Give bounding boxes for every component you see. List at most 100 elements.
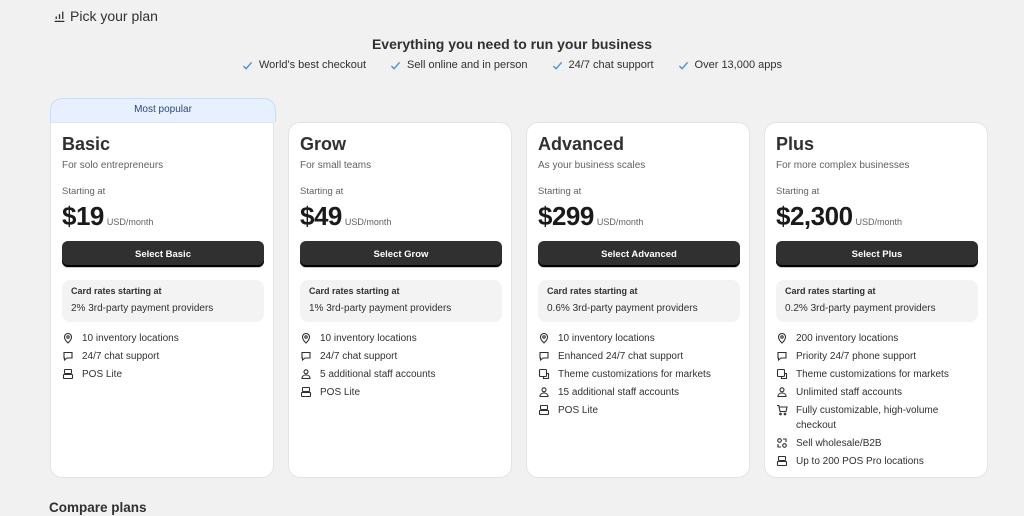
price-row: $299 USD/month bbox=[538, 201, 643, 232]
feature-label: Theme customizations for markets bbox=[796, 369, 949, 380]
plan-card-advanced: Advanced As your business scales Startin… bbox=[526, 122, 750, 478]
location-icon bbox=[777, 332, 787, 344]
plan-icon bbox=[54, 11, 65, 22]
feature-label: 24/7 chat support bbox=[82, 351, 160, 362]
cart-icon bbox=[777, 404, 788, 416]
select-plus-button[interactable]: Select Plus bbox=[776, 241, 978, 267]
feature-item: Unlimited staff accounts bbox=[776, 385, 978, 400]
plan-subtitle: As your business scales bbox=[538, 160, 646, 171]
person-icon bbox=[539, 387, 549, 398]
feature-item: Fully customizable, high-volume checkout bbox=[776, 403, 978, 433]
feature-label: 24/7 chat support bbox=[320, 351, 398, 362]
wholesale-icon bbox=[777, 438, 787, 448]
feature-item: 24/7 chat support bbox=[300, 349, 502, 364]
benefit-label: Over 13,000 apps bbox=[694, 59, 782, 71]
feature-item: POS Lite bbox=[300, 385, 502, 400]
select-basic-button[interactable]: Select Basic bbox=[62, 241, 264, 267]
benefit-item: World's best checkout bbox=[242, 59, 366, 71]
card-rates-box: Card rates starting at 2% 3rd-party paym… bbox=[62, 280, 264, 322]
card-rates-title: Card rates starting at bbox=[547, 286, 638, 296]
plan-card-plus: Plus For more complex businesses Startin… bbox=[764, 122, 988, 478]
starting-at-label: Starting at bbox=[538, 186, 582, 197]
card-rates-box: Card rates starting at 0.2% 3rd-party pa… bbox=[776, 280, 978, 322]
feature-label: 10 inventory locations bbox=[320, 333, 417, 344]
feature-item: 10 inventory locations bbox=[300, 331, 502, 346]
price-period: USD/month bbox=[106, 217, 154, 227]
chat-icon bbox=[301, 351, 311, 362]
feature-label: 5 additional staff accounts bbox=[320, 369, 436, 380]
starting-at-label: Starting at bbox=[776, 186, 820, 197]
chat-icon bbox=[539, 351, 549, 362]
plan-price: $19 bbox=[62, 201, 104, 231]
hero-title: Everything you need to run your business bbox=[371, 36, 653, 52]
card-rates-title: Card rates starting at bbox=[309, 286, 400, 296]
chat-icon bbox=[777, 351, 787, 362]
check-icon bbox=[552, 61, 562, 70]
benefit-item: Over 13,000 apps bbox=[678, 59, 782, 71]
card-rates-title: Card rates starting at bbox=[71, 286, 162, 296]
plan-name: Advanced bbox=[538, 134, 625, 154]
feature-list: 200 inventory locations Priority 24/7 ph… bbox=[776, 331, 978, 472]
feature-label: Theme customizations for markets bbox=[558, 369, 711, 380]
price-row: $19 USD/month bbox=[62, 201, 153, 232]
card-rates-value: 0.6% 3rd-party payment providers bbox=[547, 303, 698, 314]
check-icon bbox=[242, 61, 253, 70]
feature-item: 10 inventory locations bbox=[538, 331, 740, 346]
benefit-label: 24/7 chat support bbox=[568, 59, 654, 71]
feature-label: Fully customizable, high-volume checkout bbox=[796, 405, 939, 431]
feature-item: 15 additional staff accounts bbox=[538, 385, 740, 400]
benefits-list: World's best checkout Sell online and in… bbox=[0, 59, 1024, 71]
plan-price: $49 bbox=[300, 201, 342, 231]
feature-item: POS Lite bbox=[62, 367, 264, 382]
price-period: USD/month bbox=[596, 217, 644, 227]
card-rates-box: Card rates starting at 0.6% 3rd-party pa… bbox=[538, 280, 740, 322]
card-rates-box: Card rates starting at 1% 3rd-party paym… bbox=[300, 280, 502, 322]
page-header: Pick your plan bbox=[53, 7, 158, 25]
feature-label: 10 inventory locations bbox=[82, 333, 179, 344]
feature-label: 15 additional staff accounts bbox=[558, 387, 680, 398]
feature-label: Priority 24/7 phone support bbox=[796, 351, 917, 362]
pos-icon bbox=[62, 368, 74, 380]
plan-name: Basic bbox=[62, 134, 111, 154]
benefit-item: 24/7 chat support bbox=[552, 59, 654, 71]
starting-at-label: Starting at bbox=[300, 186, 344, 197]
feature-item: Enhanced 24/7 chat support bbox=[538, 349, 740, 364]
price-period: USD/month bbox=[855, 217, 903, 227]
plan-name: Grow bbox=[300, 134, 347, 154]
benefit-label: World's best checkout bbox=[258, 59, 367, 71]
feature-item: 24/7 chat support bbox=[62, 349, 264, 364]
check-icon bbox=[678, 61, 688, 70]
person-icon bbox=[301, 369, 311, 380]
feature-label: POS Lite bbox=[82, 369, 123, 380]
person-icon bbox=[777, 387, 787, 398]
page-title: Pick your plan bbox=[70, 8, 158, 24]
feature-label: Sell wholesale/B2B bbox=[796, 438, 882, 449]
price-row: $2,300 USD/month bbox=[776, 201, 902, 232]
starting-at-label: Starting at bbox=[62, 186, 106, 197]
feature-label: 200 inventory locations bbox=[796, 333, 899, 344]
plan-card-grow: Grow For small teams Starting at $49 USD… bbox=[288, 122, 512, 478]
compare-plans-heading: Compare plans bbox=[49, 500, 147, 515]
price-row: $49 USD/month bbox=[300, 201, 391, 232]
plan-subtitle: For small teams bbox=[300, 160, 372, 171]
select-grow-button[interactable]: Select Grow bbox=[300, 241, 502, 267]
feature-item: 5 additional staff accounts bbox=[300, 367, 502, 382]
plan-name: Plus bbox=[776, 134, 815, 154]
feature-label: Enhanced 24/7 chat support bbox=[558, 351, 684, 362]
feature-item: Up to 200 POS Pro locations bbox=[776, 454, 978, 469]
feature-item: 200 inventory locations bbox=[776, 331, 978, 346]
feature-label: Up to 200 POS Pro locations bbox=[796, 456, 924, 467]
plan-price: $299 bbox=[538, 201, 594, 231]
benefit-item: Sell online and in person bbox=[390, 59, 528, 71]
card-rates-value: 0.2% 3rd-party payment providers bbox=[785, 303, 936, 314]
plan-subtitle: For more complex businesses bbox=[776, 160, 910, 171]
benefit-label: Sell online and in person bbox=[407, 59, 528, 71]
location-icon bbox=[539, 332, 549, 344]
select-advanced-button[interactable]: Select Advanced bbox=[538, 241, 740, 267]
price-period: USD/month bbox=[344, 217, 392, 227]
plan-price: $2,300 bbox=[776, 201, 853, 231]
card-rates-value: 1% 3rd-party payment providers bbox=[309, 303, 452, 314]
feature-item: POS Lite bbox=[538, 403, 740, 418]
theme-icon bbox=[776, 368, 788, 380]
feature-list: 10 inventory locations 24/7 chat support… bbox=[62, 331, 264, 385]
